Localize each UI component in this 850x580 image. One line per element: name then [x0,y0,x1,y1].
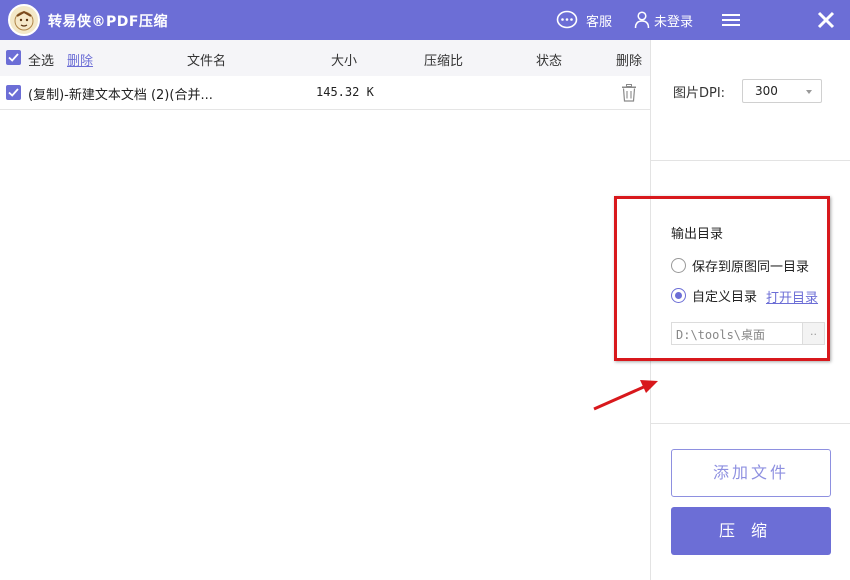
column-header-delete: 删除 [616,54,643,69]
user-icon [634,11,650,29]
compress-button[interactable]: 压缩 [671,507,831,555]
customer-service-button[interactable]: 客服 [556,9,612,31]
column-header-ratio: 压缩比 [424,54,464,69]
batch-delete-link[interactable]: 删除 [67,50,93,69]
menu-icon[interactable] [720,11,742,29]
trash-icon[interactable] [621,84,637,102]
column-header-status: 状态 [536,54,563,69]
add-file-button[interactable]: 添加文件 [671,449,831,497]
checkbox-checked-icon [8,53,19,62]
file-list-header: 全选 删除 文件名 大小 压缩比 状态 删除 [0,40,650,76]
divider [651,160,850,161]
chat-bubble-icon [556,10,578,29]
row-checkbox[interactable] [6,85,21,100]
select-all-checkbox[interactable] [6,50,21,65]
select-all-label[interactable]: 全选 [28,50,54,69]
dpi-select[interactable]: 300 [742,79,822,103]
login-status-label: 未登录 [654,14,694,30]
dropdown-caret-icon [806,90,812,94]
row-filename: (复制)-新建文本文档 (2)(合并... [28,88,213,103]
login-button[interactable]: 未登录 [634,9,693,31]
close-icon[interactable] [816,10,836,30]
dpi-value: 300 [755,84,778,98]
title-bar: 转易侠®PDF压缩 客服 未登录 [0,0,850,40]
table-row[interactable]: (复制)-新建文本文档 (2)(合并... 145.32 K [0,76,650,110]
app-logo-icon [8,4,40,36]
checkbox-checked-icon [8,88,19,97]
dpi-label: 图片DPI: [673,86,726,101]
column-header-size: 大小 [331,54,358,69]
divider [651,423,850,424]
row-size: 145.32 K [316,85,374,99]
app-title: 转易侠®PDF压缩 [48,14,168,30]
annotation-arrow-icon [593,380,658,411]
column-header-filename: 文件名 [187,54,227,69]
customer-service-label: 客服 [586,14,613,30]
annotation-highlight-box [614,196,830,361]
